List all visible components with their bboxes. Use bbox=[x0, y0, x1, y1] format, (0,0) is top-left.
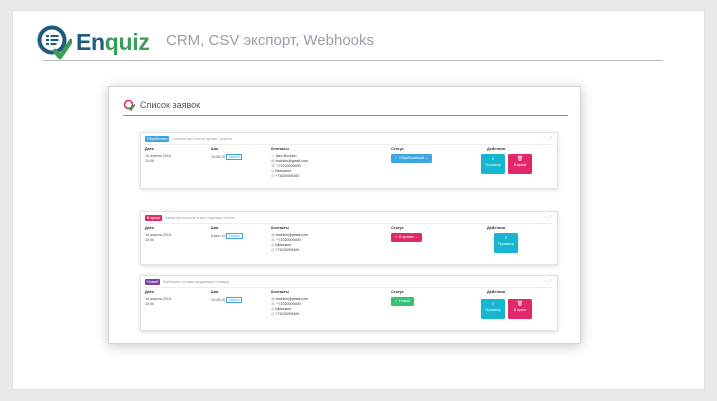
trash-icon: 🗑 bbox=[516, 301, 524, 307]
time-value: 10:06 bbox=[145, 238, 154, 242]
card-title: Выберите по вам продающие товары bbox=[163, 280, 230, 284]
nickname-icon: ◎ bbox=[271, 243, 275, 247]
nickname-icon: ◎ bbox=[271, 169, 275, 173]
expand-icon[interactable]: ⤢ bbox=[549, 278, 552, 283]
messenger-icon: ◷ bbox=[271, 312, 275, 316]
lead-card: Новый Выберите по вам продающие товары –… bbox=[140, 275, 558, 331]
nickname-icon: ◎ bbox=[271, 307, 275, 311]
collapse-icon[interactable]: – bbox=[543, 135, 545, 140]
email-icon: @ bbox=[271, 159, 275, 163]
status-badge: Обработано bbox=[145, 136, 170, 142]
contact-extra: ◷+71020009400 bbox=[271, 174, 300, 178]
view-button[interactable]: ⌕ Просмотр bbox=[481, 154, 505, 174]
expand-icon[interactable]: ⤢ bbox=[549, 214, 552, 219]
card-tools: – ⤢ bbox=[540, 135, 552, 140]
col-label-step: Шаг bbox=[211, 226, 219, 230]
col-label-date: Дата bbox=[145, 147, 154, 151]
card-tools: – ⤢ bbox=[540, 278, 552, 283]
enquiz-small-icon bbox=[123, 99, 135, 111]
view-button[interactable]: ⌕ Просмотр bbox=[481, 299, 505, 319]
time-value: 10:06 bbox=[145, 302, 154, 306]
messenger-icon: ◷ bbox=[271, 174, 275, 178]
contact-extra: ◷+71020009400 bbox=[271, 312, 300, 316]
phone-icon: ☏ bbox=[271, 302, 276, 306]
enquiz-logo: Enquiz bbox=[36, 24, 150, 60]
archive-button[interactable]: 🗑 В архив bbox=[508, 154, 532, 174]
card-header: В архив Какая фото/ниша в вас подходит л… bbox=[145, 215, 235, 221]
step-value: 10:45:15 Начало bbox=[211, 297, 243, 303]
card-header: Новый Выберите по вам продающие товары bbox=[145, 279, 229, 285]
leads-panel: Список заявок Обработано Сколько вы хоти… bbox=[108, 86, 581, 344]
panel-divider bbox=[123, 115, 568, 116]
search-icon: ⌕ bbox=[504, 235, 508, 241]
card-title: Сколько вы хотите делать ремонт bbox=[172, 137, 233, 141]
user-icon: ☺ bbox=[271, 154, 275, 158]
card-header: Обработано Сколько вы хотите делать ремо… bbox=[145, 136, 232, 142]
col-label-contacts: Контакты bbox=[271, 226, 289, 230]
col-label-contacts: Контакты bbox=[271, 290, 289, 294]
step-tag[interactable]: Начало bbox=[226, 154, 243, 160]
expand-icon[interactable]: ⤢ bbox=[549, 135, 552, 140]
card-title: Какая фото/ниша в вас подходит лично bbox=[165, 216, 235, 220]
card-tools: – ⤢ bbox=[540, 214, 552, 219]
panel-header: Список заявок bbox=[123, 99, 200, 111]
col-label-actions: Действия bbox=[487, 226, 506, 230]
step-tag[interactable]: Начало bbox=[226, 297, 243, 303]
enquiz-logo-icon bbox=[36, 24, 74, 60]
status-dropdown[interactable]: ✓ Обработанный ⌄ bbox=[391, 154, 433, 163]
collapse-icon[interactable]: – bbox=[543, 214, 545, 219]
collapse-icon[interactable]: – bbox=[543, 278, 545, 283]
step-value: 6 мин 10 Начало bbox=[211, 233, 243, 239]
lead-card: Обработано Сколько вы хотите делать ремо… bbox=[140, 132, 558, 189]
col-label-status: Статус bbox=[391, 226, 404, 230]
slide-subtitle: CRM, CSV экспорт, Webhooks bbox=[166, 32, 375, 49]
col-label-step: Шаг bbox=[211, 147, 219, 151]
status-dropdown[interactable]: ✓ В архиве ⌄ bbox=[391, 233, 423, 242]
col-label-date: Дата bbox=[145, 290, 154, 294]
col-label-step: Шаг bbox=[211, 290, 219, 294]
search-icon: ⌕ bbox=[491, 301, 495, 307]
email-icon: @ bbox=[271, 233, 275, 237]
phone-icon: ☏ bbox=[271, 238, 276, 242]
lead-card: В архив Какая фото/ниша в вас подходит л… bbox=[140, 211, 558, 265]
col-label-contacts: Контакты bbox=[271, 147, 289, 151]
status-badge: Новый bbox=[145, 279, 161, 285]
card-divider bbox=[145, 223, 553, 224]
step-tag[interactable]: Начало bbox=[226, 233, 243, 239]
col-label-actions: Действия bbox=[487, 290, 506, 294]
panel-title: Список заявок bbox=[140, 100, 201, 110]
col-label-actions: Действия bbox=[487, 147, 506, 151]
col-label-date: Дата bbox=[145, 226, 154, 230]
col-label-status: Статус bbox=[391, 290, 404, 294]
archive-button[interactable]: 🗑 В архив bbox=[508, 299, 532, 319]
col-label-status: Статус bbox=[391, 147, 404, 151]
contact-extra: ◷+71020009400 bbox=[271, 248, 300, 252]
status-dropdown[interactable]: ✓ Новый bbox=[391, 297, 415, 306]
enquiz-logo-text: Enquiz bbox=[76, 28, 150, 55]
messenger-icon: ◷ bbox=[271, 248, 275, 252]
view-button[interactable]: ⌕ Просмотр bbox=[494, 233, 518, 253]
status-badge: В архив bbox=[145, 215, 163, 221]
trash-icon: 🗑 bbox=[516, 156, 524, 162]
card-divider bbox=[145, 287, 553, 288]
phone-icon: ☏ bbox=[271, 164, 276, 168]
divider bbox=[43, 60, 663, 61]
step-value: 10:45:15 Начало bbox=[211, 154, 243, 160]
card-divider bbox=[145, 144, 553, 145]
search-icon: ⌕ bbox=[491, 156, 495, 162]
time-value: 10:06 bbox=[145, 159, 154, 163]
email-icon: @ bbox=[271, 297, 275, 301]
